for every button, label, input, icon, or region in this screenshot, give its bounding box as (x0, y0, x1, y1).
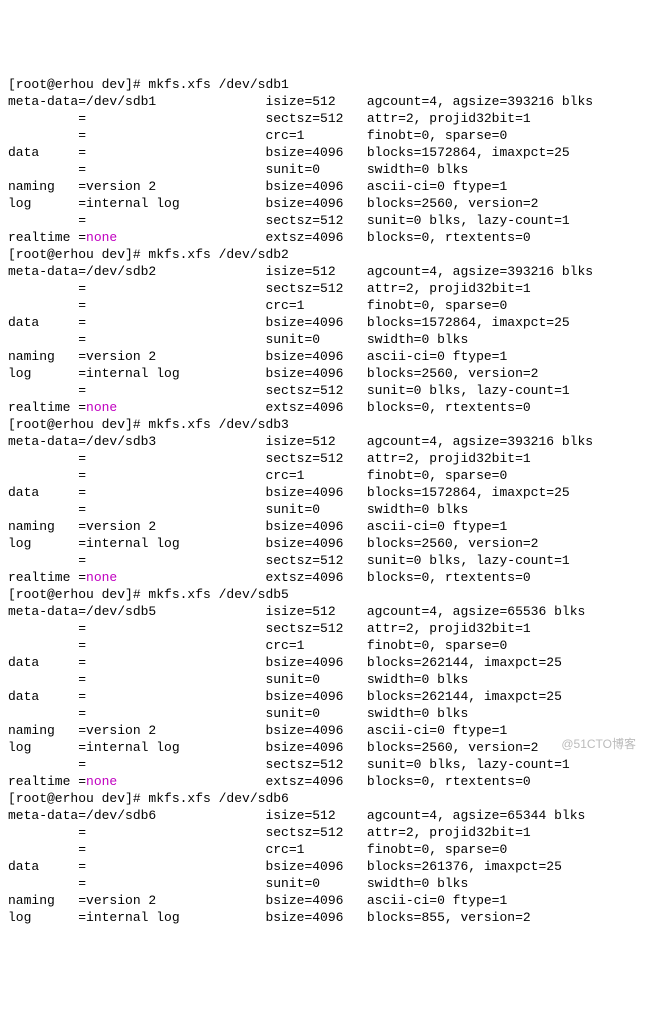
output-line: log =internal log bsize=4096 blocks=2560… (8, 365, 642, 382)
output-line: = sunit=0 swidth=0 blks (8, 705, 642, 722)
output-line: meta-data=/dev/sdb6 isize=512 agcount=4,… (8, 807, 642, 824)
output-line: log =internal log bsize=4096 blocks=2560… (8, 739, 642, 756)
output-line: = sunit=0 swidth=0 blks (8, 875, 642, 892)
output-line: data = bsize=4096 blocks=261376, imaxpct… (8, 858, 642, 875)
shell-prompt-line[interactable]: [root@erhou dev]# mkfs.xfs /dev/sdb1 (8, 76, 642, 93)
output-line: = sectsz=512 sunit=0 blks, lazy-count=1 (8, 756, 642, 773)
output-line: data = bsize=4096 blocks=1572864, imaxpc… (8, 144, 642, 161)
output-line: = sectsz=512 sunit=0 blks, lazy-count=1 (8, 552, 642, 569)
output-line: = crc=1 finobt=0, sparse=0 (8, 297, 642, 314)
none-value: none (86, 400, 117, 415)
output-line: naming =version 2 bsize=4096 ascii-ci=0 … (8, 518, 642, 535)
output-line: meta-data=/dev/sdb1 isize=512 agcount=4,… (8, 93, 642, 110)
shell-prompt-line[interactable]: [root@erhou dev]# mkfs.xfs /dev/sdb2 (8, 246, 642, 263)
output-line: = sunit=0 swidth=0 blks (8, 331, 642, 348)
output-line: meta-data=/dev/sdb5 isize=512 agcount=4,… (8, 603, 642, 620)
output-line: = sunit=0 swidth=0 blks (8, 671, 642, 688)
output-line: = crc=1 finobt=0, sparse=0 (8, 841, 642, 858)
output-line: naming =version 2 bsize=4096 ascii-ci=0 … (8, 178, 642, 195)
none-value: none (86, 774, 117, 789)
none-value: none (86, 570, 117, 585)
output-line: data = bsize=4096 blocks=262144, imaxpct… (8, 688, 642, 705)
output-line: meta-data=/dev/sdb3 isize=512 agcount=4,… (8, 433, 642, 450)
shell-prompt-line[interactable]: [root@erhou dev]# mkfs.xfs /dev/sdb5 (8, 586, 642, 603)
output-line: data = bsize=4096 blocks=1572864, imaxpc… (8, 314, 642, 331)
output-line: realtime =none extsz=4096 blocks=0, rtex… (8, 773, 642, 790)
output-line: = crc=1 finobt=0, sparse=0 (8, 467, 642, 484)
shell-prompt-line[interactable]: [root@erhou dev]# mkfs.xfs /dev/sdb3 (8, 416, 642, 433)
output-line: meta-data=/dev/sdb2 isize=512 agcount=4,… (8, 263, 642, 280)
output-line: = sectsz=512 attr=2, projid32bit=1 (8, 824, 642, 841)
output-line: = sunit=0 swidth=0 blks (8, 161, 642, 178)
output-line: naming =version 2 bsize=4096 ascii-ci=0 … (8, 722, 642, 739)
output-line: = sectsz=512 sunit=0 blks, lazy-count=1 (8, 212, 642, 229)
output-line: = sectsz=512 attr=2, projid32bit=1 (8, 450, 642, 467)
output-line: = sectsz=512 attr=2, projid32bit=1 (8, 110, 642, 127)
shell-prompt-line[interactable]: [root@erhou dev]# mkfs.xfs /dev/sdb6 (8, 790, 642, 807)
output-line: = sectsz=512 sunit=0 blks, lazy-count=1 (8, 382, 642, 399)
output-line: = sectsz=512 attr=2, projid32bit=1 (8, 280, 642, 297)
output-line: data = bsize=4096 blocks=262144, imaxpct… (8, 654, 642, 671)
terminal-output: [root@erhou dev]# mkfs.xfs /dev/sdb1meta… (8, 76, 642, 926)
output-line: realtime =none extsz=4096 blocks=0, rtex… (8, 229, 642, 246)
output-line: naming =version 2 bsize=4096 ascii-ci=0 … (8, 348, 642, 365)
output-line: data = bsize=4096 blocks=1572864, imaxpc… (8, 484, 642, 501)
output-line: = crc=1 finobt=0, sparse=0 (8, 127, 642, 144)
output-line: realtime =none extsz=4096 blocks=0, rtex… (8, 569, 642, 586)
output-line: = sunit=0 swidth=0 blks (8, 501, 642, 518)
output-line: = sectsz=512 attr=2, projid32bit=1 (8, 620, 642, 637)
output-line: log =internal log bsize=4096 blocks=2560… (8, 535, 642, 552)
none-value: none (86, 230, 117, 245)
output-line: realtime =none extsz=4096 blocks=0, rtex… (8, 399, 642, 416)
output-line: = crc=1 finobt=0, sparse=0 (8, 637, 642, 654)
output-line: log =internal log bsize=4096 blocks=855,… (8, 909, 642, 926)
output-line: naming =version 2 bsize=4096 ascii-ci=0 … (8, 892, 642, 909)
output-line: log =internal log bsize=4096 blocks=2560… (8, 195, 642, 212)
